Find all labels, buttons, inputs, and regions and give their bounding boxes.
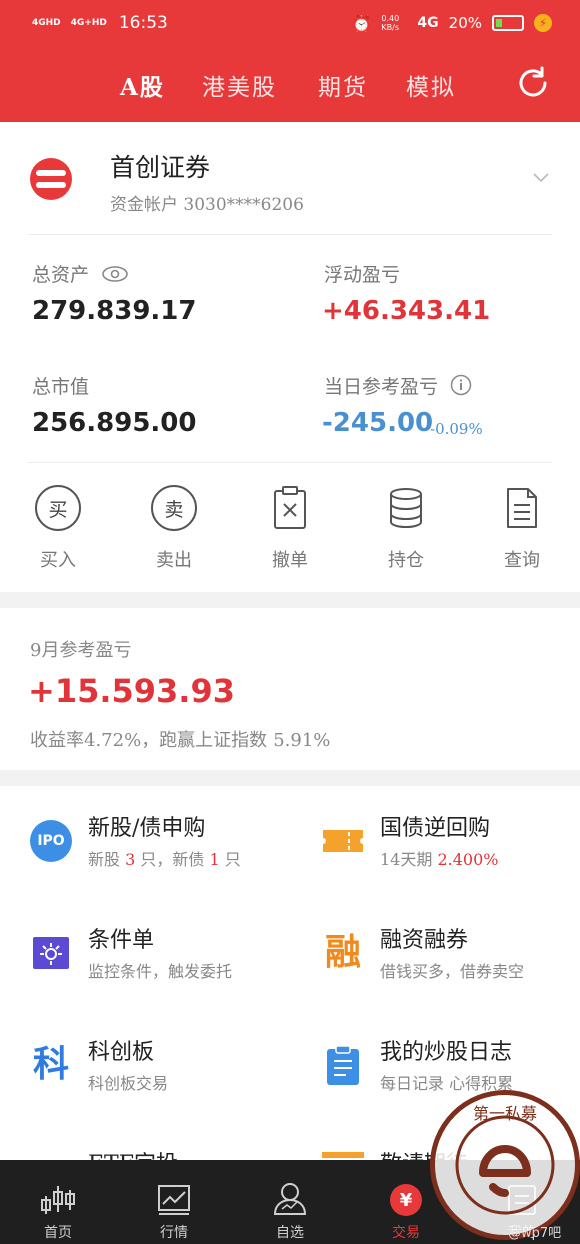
margin-trading-title: 融资融券 — [380, 928, 469, 953]
star-market-icon: 科 — [32, 1044, 69, 1085]
user-icon — [273, 1183, 307, 1215]
query-label: 查询 — [504, 550, 540, 571]
network-type: 4G — [417, 15, 439, 31]
account-label: 资金帐户 — [110, 195, 178, 215]
total-assets-label: 总资产 — [32, 260, 129, 287]
account-card: 首创证券 资金帐户 3030****6206 总资产 279.839.17 浮动… — [0, 122, 580, 592]
margin-trading-icon: 融 — [324, 932, 361, 973]
sell-label: 卖出 — [156, 550, 192, 571]
charging-icon: ⚡ — [534, 14, 552, 32]
nav-market[interactable]: 行情 — [116, 1160, 232, 1244]
positions-label: 持仓 — [388, 550, 424, 571]
app-header: 4GHD 4G+HD 16:53 ⏰ 0.40 KB/s 4G 20% ⚡ A股… — [0, 0, 580, 122]
sell-icon: 卖 — [151, 485, 197, 531]
cancel-order-icon — [274, 486, 306, 529]
query-button[interactable]: 查询 — [482, 482, 562, 572]
star-market-item[interactable]: 科 科创板 科创板交易 — [30, 1034, 310, 1114]
watermark-text: 第一私募 — [473, 1104, 537, 1123]
cancel-order-label: 撤单 — [272, 550, 308, 571]
battery-icon — [492, 15, 524, 31]
yen-icon: ¥ — [390, 1184, 422, 1216]
buy-label: 买入 — [40, 550, 76, 571]
watermark-logo-icon: 第一私募 — [455, 1104, 555, 1215]
ipo-subscription-item[interactable]: IPO 新股/债申购 新股 3 只，新债 1 只 — [30, 810, 310, 890]
chevron-down-icon[interactable] — [532, 168, 550, 186]
monthly-pl-value: +15.593.93 — [28, 672, 235, 710]
margin-trading-description: 借钱买多，借券卖空 — [380, 962, 525, 981]
signal-2: 4G+HD — [70, 17, 107, 28]
nav-market-label: 行情 — [160, 1225, 188, 1241]
monthly-pl-description: 收益率4.72%，跑赢上证指数 5.91% — [30, 730, 331, 751]
tab-futures[interactable]: 期货 — [318, 68, 368, 102]
daily-pl-value: -245.00 — [322, 408, 434, 438]
conditional-order-description: 监控条件，触发委托 — [88, 962, 233, 981]
signal-1: 4GHD — [32, 17, 61, 28]
candlestick-icon — [41, 1186, 75, 1214]
watermark-credit: @wp7吧 — [508, 1226, 562, 1241]
document-icon — [507, 488, 537, 528]
account-number: 3030****6206 — [183, 195, 304, 215]
ipo-icon: IPO — [30, 820, 72, 862]
buy-icon: 买 — [35, 485, 81, 531]
conditional-order-item[interactable]: 条件单 监控条件，触发委托 — [30, 922, 310, 1002]
ticket-icon — [323, 830, 363, 852]
tab-a-shares[interactable]: A股 — [120, 68, 165, 102]
treasury-repo-description: 14天期 2.400% — [380, 850, 499, 869]
status-time: 16:53 — [118, 13, 168, 33]
nav-home[interactable]: 首页 — [0, 1160, 116, 1244]
broker-name: 首创证券 — [110, 153, 211, 182]
database-icon — [390, 488, 422, 529]
positions-button[interactable]: 持仓 — [366, 482, 446, 572]
nav-watchlist-label: 自选 — [276, 1225, 304, 1241]
status-bar: 4GHD 4G+HD 16:53 ⏰ 0.40 KB/s 4G 20% ⚡ — [0, 0, 580, 46]
nav-watchlist[interactable]: 自选 — [232, 1160, 348, 1244]
refresh-icon[interactable] — [514, 64, 552, 102]
conditional-order-icon — [33, 937, 69, 969]
divider — [28, 462, 552, 463]
battery-percent: 20% — [448, 14, 482, 32]
nav-home-label: 首页 — [44, 1225, 72, 1241]
star-market-title: 科创板 — [88, 1040, 155, 1065]
ipo-description: 新股 3 只，新债 1 只 — [88, 850, 241, 869]
watermark-seal: 第一私募 — [430, 1090, 580, 1240]
treasury-repo-title: 国债逆回购 — [380, 816, 491, 841]
star-market-description: 科创板交易 — [88, 1074, 169, 1093]
monthly-pl-label: 9月参考盈亏 — [30, 640, 132, 661]
cancel-order-button[interactable]: 撤单 — [250, 482, 330, 572]
account-number-row: 资金帐户 3030****6206 — [110, 190, 304, 215]
broker-logo — [30, 158, 72, 200]
monthly-pl-card[interactable]: 9月参考盈亏 +15.593.93 收益率4.72%，跑赢上证指数 5.91% — [0, 608, 580, 770]
network-speed: 0.40 KB/s — [381, 14, 400, 32]
coming-soon-icon — [322, 1152, 364, 1158]
chart-icon — [158, 1185, 190, 1215]
divider — [28, 234, 552, 235]
eye-icon[interactable] — [101, 265, 129, 283]
tab-simulation[interactable]: 模拟 — [406, 68, 456, 102]
ipo-title: 新股/债申购 — [88, 816, 206, 841]
total-assets-value: 279.839.17 — [32, 296, 197, 326]
treasury-repo-item[interactable]: 国债逆回购 14天期 2.400% — [322, 810, 580, 890]
clipboard-icon — [327, 1045, 359, 1085]
buy-button[interactable]: 买 买入 — [18, 482, 98, 572]
info-icon[interactable] — [450, 374, 472, 396]
floating-pl-value: +46.343.41 — [322, 296, 491, 326]
market-tabs: A股 港美股 期货 模拟 — [0, 58, 580, 108]
trading-journal-title: 我的炒股日志 — [380, 1040, 513, 1065]
sell-button[interactable]: 卖 卖出 — [134, 482, 214, 572]
market-value-label: 总市值 — [32, 376, 90, 398]
alarm-icon: ⏰ — [351, 13, 372, 33]
floating-pl-label: 浮动盈亏 — [324, 264, 401, 286]
daily-pl-label: 当日参考盈亏 — [324, 372, 472, 399]
market-value-value: 256.895.00 — [32, 408, 197, 438]
tab-hk-us[interactable]: 港美股 — [202, 68, 277, 102]
margin-trading-item[interactable]: 融 融资融券 借钱买多，借券卖空 — [322, 922, 580, 1002]
conditional-order-title: 条件单 — [88, 928, 155, 953]
daily-pl-percent: -0.09% — [430, 420, 483, 438]
